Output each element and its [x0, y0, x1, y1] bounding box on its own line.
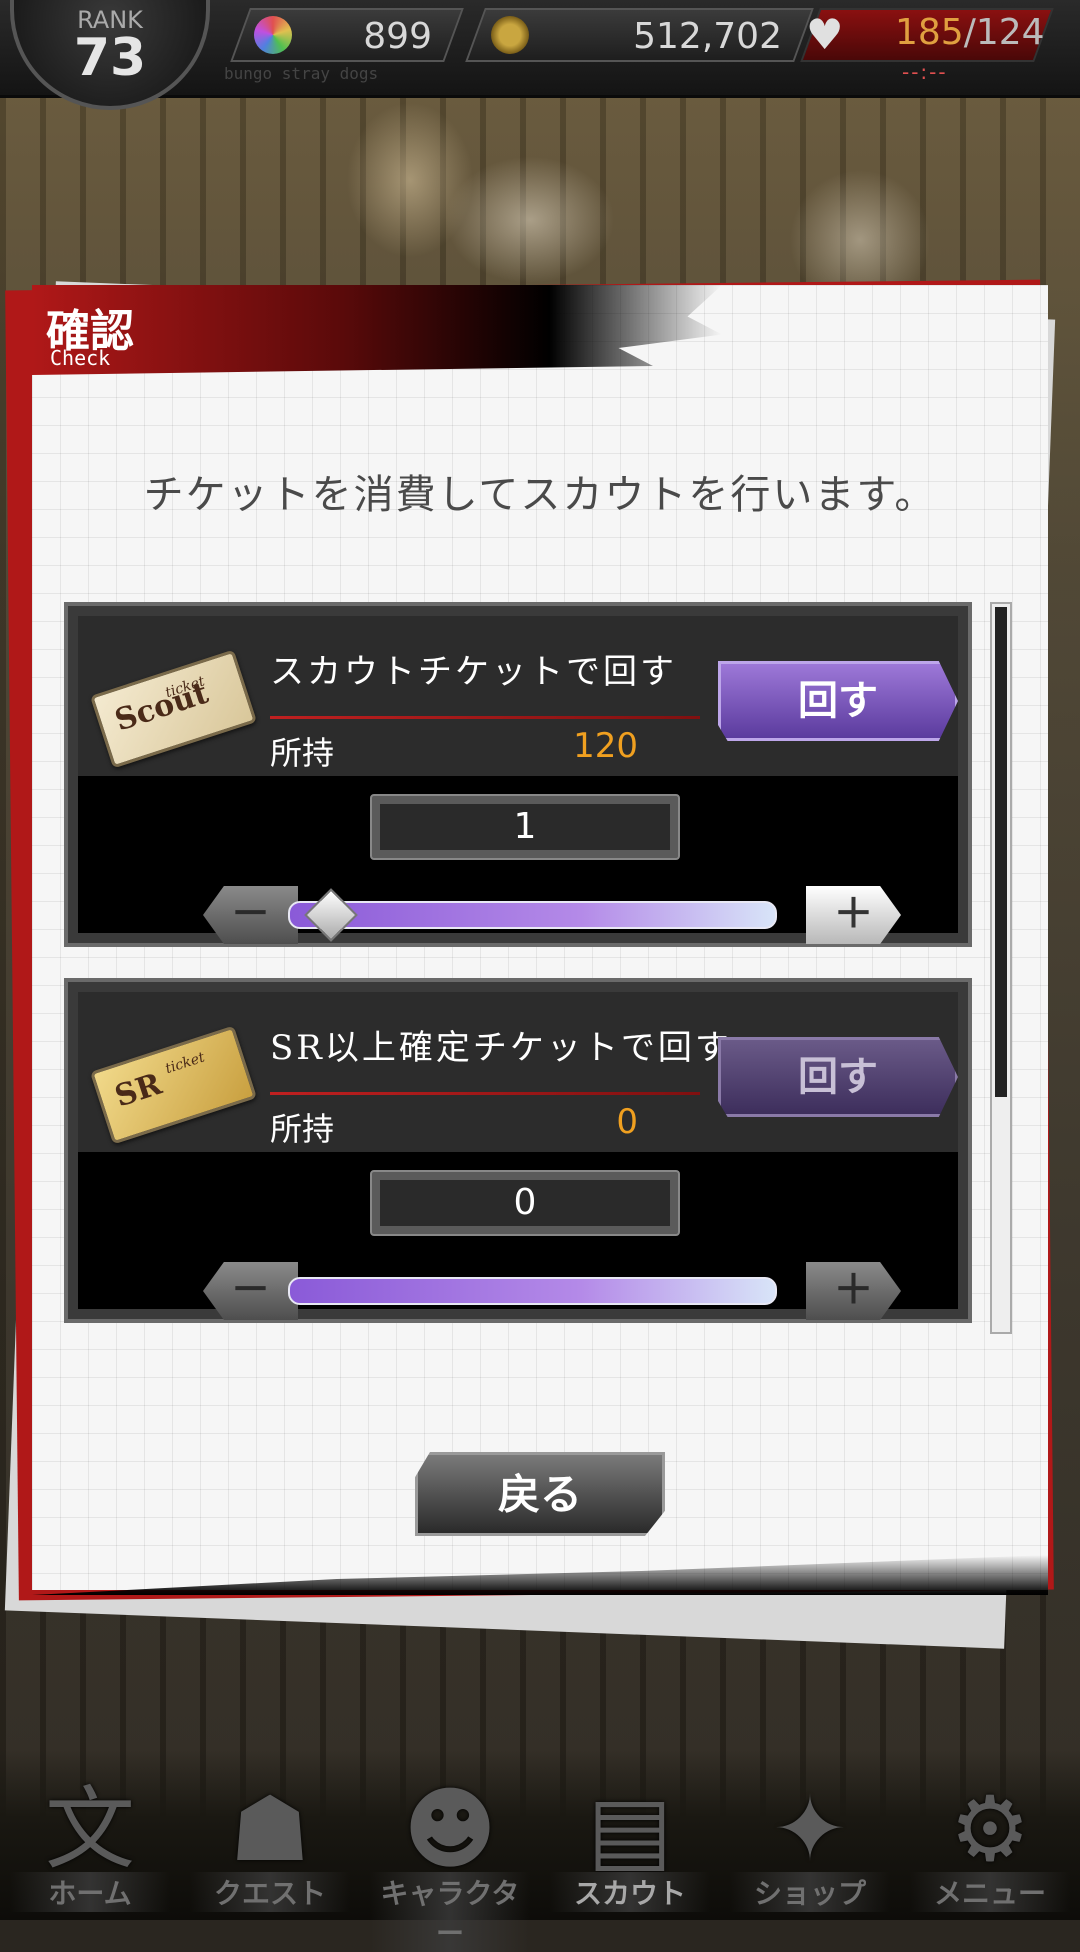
character-icon: ☻: [403, 1777, 497, 1882]
quantity-value: 1: [380, 804, 670, 850]
panel-scrollbar[interactable]: [990, 602, 1012, 1334]
panel-body: SR ticket SR以上確定チケットで回す 所持 0 回す 0 － ＋: [78, 992, 958, 1320]
dialog-header: [32, 285, 722, 375]
quantity-display: 1: [370, 794, 680, 860]
ticket-icon-sub: ticket: [163, 1049, 207, 1078]
nav-home[interactable]: 文 ホーム: [10, 1770, 170, 1920]
gem-icon: [254, 16, 292, 54]
owned-count: 0: [616, 1102, 638, 1142]
panel-divider: [270, 716, 700, 719]
stamina-max: 124: [975, 12, 1045, 53]
nav-label: スカウト: [550, 1872, 710, 1912]
scout-ticket-label: スカウトチケットで回す: [270, 652, 677, 692]
stamina-separator: /: [963, 12, 976, 53]
game-subtitle: bungo stray dogs: [224, 64, 379, 83]
sr-ticket-label: SR以上確定チケットで回す: [270, 1028, 732, 1068]
nav-character[interactable]: ☻ キャラクター: [370, 1770, 530, 1952]
stamina-current: 185: [895, 12, 964, 53]
increase-button[interactable]: ＋: [806, 1262, 901, 1320]
quantity-value: 0: [380, 1180, 670, 1226]
quantity-slider[interactable]: [288, 901, 777, 929]
nav-label: クエスト: [190, 1872, 350, 1912]
nav-label: ショップ: [730, 1872, 890, 1912]
owned-count: 120: [573, 726, 638, 766]
panel-body: Scout ticket スカウトチケットで回す 所持 120 回す 1 － ＋: [78, 616, 958, 944]
character-artwork: [80, 90, 1040, 290]
stamina-value: 185/124: [895, 12, 1045, 53]
dialog-title-en: Check: [50, 346, 111, 370]
owned-label: 所持: [270, 1110, 335, 1148]
stamina-timer: --:--: [902, 60, 948, 84]
slider-thumb[interactable]: [304, 888, 358, 942]
dialog-message: チケットを消費してスカウトを行います。: [143, 472, 937, 518]
scrollbar-thumb[interactable]: [995, 607, 1007, 1097]
gem-counter: 899: [230, 8, 464, 62]
menu-icon: ⚙: [949, 1777, 1031, 1882]
back-button[interactable]: 戻る: [415, 1452, 665, 1536]
coin-count: 512,702: [633, 16, 782, 57]
nav-label: メニュー: [910, 1872, 1070, 1912]
nav-scout[interactable]: ▤ スカウト: [550, 1770, 710, 1920]
sr-ticket-panel: SR ticket SR以上確定チケットで回す 所持 0 回す 0 － ＋: [64, 978, 972, 1323]
ticket-icon-text: SR: [110, 1066, 166, 1115]
nav-quest[interactable]: ☗ クエスト: [190, 1770, 350, 1920]
rank-value: 73: [73, 28, 147, 88]
scout-ticket-panel: Scout ticket スカウトチケットで回す 所持 120 回す 1 － ＋: [64, 602, 972, 947]
quest-icon: ☗: [229, 1777, 311, 1882]
nav-menu[interactable]: ⚙ メニュー: [910, 1770, 1070, 1920]
gem-count: 899: [363, 16, 432, 57]
scout-spin-button[interactable]: 回す: [718, 661, 958, 741]
coin-counter: 512,702: [465, 8, 814, 62]
increase-button[interactable]: ＋: [806, 886, 901, 944]
sr-spin-button[interactable]: 回す: [718, 1037, 958, 1117]
quantity-display: 0: [370, 1170, 680, 1236]
nav-label: キャラクター: [370, 1872, 530, 1952]
heart-icon: ♥: [806, 10, 844, 59]
nav-label: ホーム: [10, 1872, 170, 1912]
panel-divider: [270, 1092, 700, 1095]
home-icon: 文: [45, 1777, 135, 1882]
nav-shop[interactable]: ✦ ショップ: [730, 1770, 890, 1920]
decrease-button[interactable]: －: [203, 1262, 298, 1320]
scout-icon: ▤: [587, 1777, 673, 1882]
quantity-slider[interactable]: [288, 1277, 777, 1305]
owned-label: 所持: [270, 734, 335, 772]
coin-icon: [491, 16, 529, 54]
decrease-button[interactable]: －: [203, 886, 298, 944]
shop-icon: ✦: [772, 1777, 848, 1882]
